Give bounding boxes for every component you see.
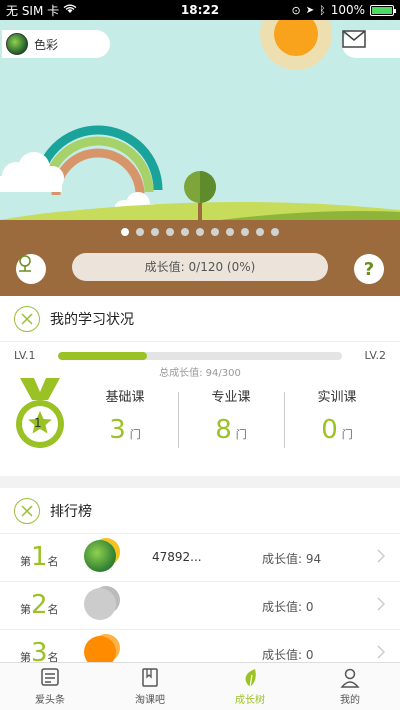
tree-button[interactable] [16, 254, 46, 284]
course-label: 基础课 [105, 390, 145, 405]
divider [178, 392, 179, 448]
bluetooth-icon: ᛒ [319, 3, 326, 17]
level-next: LV.2 [364, 349, 386, 362]
wifi-icon [63, 3, 77, 17]
tab-growth-tree[interactable]: 成长树 [200, 663, 300, 710]
medal-level: 1 [34, 416, 42, 430]
course-basic[interactable]: 基础课 3门 [75, 386, 175, 445]
rank-place: 第1名 [20, 542, 59, 572]
username: 色彩 [34, 37, 59, 52]
avatar [84, 588, 116, 620]
tab-label: 爱头条 [35, 695, 65, 706]
page-indicator[interactable] [0, 228, 400, 236]
section-title: 我的学习状况 [50, 311, 134, 328]
messages-button[interactable] [342, 30, 400, 58]
course-unit: 门 [235, 428, 247, 441]
question-icon: ? [363, 258, 375, 280]
medal-icon [16, 378, 64, 448]
rank-username: 47892... [152, 550, 202, 564]
page-dot[interactable] [226, 228, 234, 236]
course-unit: 门 [129, 428, 141, 441]
growth-scene: 色彩 成长值: 0/120 (0%) ? [0, 20, 400, 296]
help-button[interactable]: ? [354, 254, 384, 284]
page-dot[interactable] [241, 228, 249, 236]
ranking-section: 排行榜 第1名 47892... 成长值: 94 第2名 成长值: 0 第3名 … [0, 488, 400, 662]
section-title: 排行榜 [50, 503, 92, 520]
tab-label: 淘课吧 [135, 695, 165, 706]
study-status-section: 我的学习状况 LV.1 LV.2 总成长值: 94/300 1 基础课 3门 专… [0, 296, 400, 476]
status-bar: 无 SIM 卡 18:22 ⊙ ➤ ᛒ 100% [0, 0, 400, 20]
avatar [84, 540, 116, 572]
divider [284, 392, 285, 448]
page-dot[interactable] [196, 228, 204, 236]
level-current: LV.1 [14, 349, 36, 362]
page-dot[interactable] [211, 228, 219, 236]
chevron-right-icon [377, 597, 386, 611]
chevron-right-icon [377, 645, 386, 659]
page-dot[interactable] [271, 228, 279, 236]
course-unit: 门 [341, 428, 353, 441]
tab-label: 成长树 [235, 695, 265, 706]
course-count: 0 [321, 415, 338, 445]
news-icon [41, 668, 59, 686]
rank-score: 成长值: 0 [262, 648, 314, 662]
ranking-row[interactable]: 第1名 47892... 成长值: 94 [0, 534, 400, 582]
user-profile-chip[interactable]: 色彩 [2, 30, 110, 58]
tab-label: 我的 [340, 695, 360, 706]
level-progress-bar [58, 352, 342, 360]
tab-bar: 爱头条 淘课吧 成长树 我的 [0, 662, 400, 710]
avatar [84, 636, 116, 662]
rank-place: 第3名 [20, 638, 59, 662]
leaf-icon [245, 669, 256, 688]
page-dot[interactable] [136, 228, 144, 236]
ranking-row[interactable]: 第3名 成长值: 0 [0, 630, 400, 662]
battery-icon [370, 4, 396, 16]
course-label: 专业课 [211, 390, 251, 405]
avatar [6, 33, 28, 55]
ranking-icon [14, 497, 40, 524]
rank-score: 成长值: 94 [262, 552, 322, 566]
course-label: 实训课 [317, 390, 357, 405]
study-status-icon [14, 305, 40, 332]
level-progress-fill [58, 352, 147, 360]
page-dot[interactable] [121, 228, 129, 236]
carrier-label: 无 SIM 卡 [6, 3, 60, 18]
location-icon: ➤ [305, 4, 315, 16]
page-dot[interactable] [166, 228, 174, 236]
page-dot[interactable] [181, 228, 189, 236]
course-count: 8 [215, 415, 232, 445]
page-dot[interactable] [256, 228, 264, 236]
course-practical[interactable]: 实训课 0门 [287, 386, 387, 445]
user-icon [340, 668, 360, 688]
tab-courses[interactable]: 淘课吧 [100, 663, 200, 710]
chevron-right-icon [377, 549, 386, 563]
lock-rotation-icon: ⊙ [291, 3, 301, 17]
course-count: 3 [109, 415, 126, 445]
rank-score: 成长值: 0 [262, 600, 314, 614]
page-dot[interactable] [151, 228, 159, 236]
growth-value-bar: 成长值: 0/120 (0%) [72, 253, 328, 281]
book-icon [142, 668, 158, 687]
ranking-row[interactable]: 第2名 成长值: 0 [0, 582, 400, 630]
mail-icon [342, 30, 366, 48]
tree-icon [19, 255, 31, 272]
rank-place: 第2名 [20, 590, 59, 620]
battery-percent: 100% [330, 3, 365, 17]
course-professional[interactable]: 专业课 8门 [181, 386, 281, 445]
tab-news[interactable]: 爱头条 [0, 663, 100, 710]
tab-profile[interactable]: 我的 [300, 663, 400, 710]
